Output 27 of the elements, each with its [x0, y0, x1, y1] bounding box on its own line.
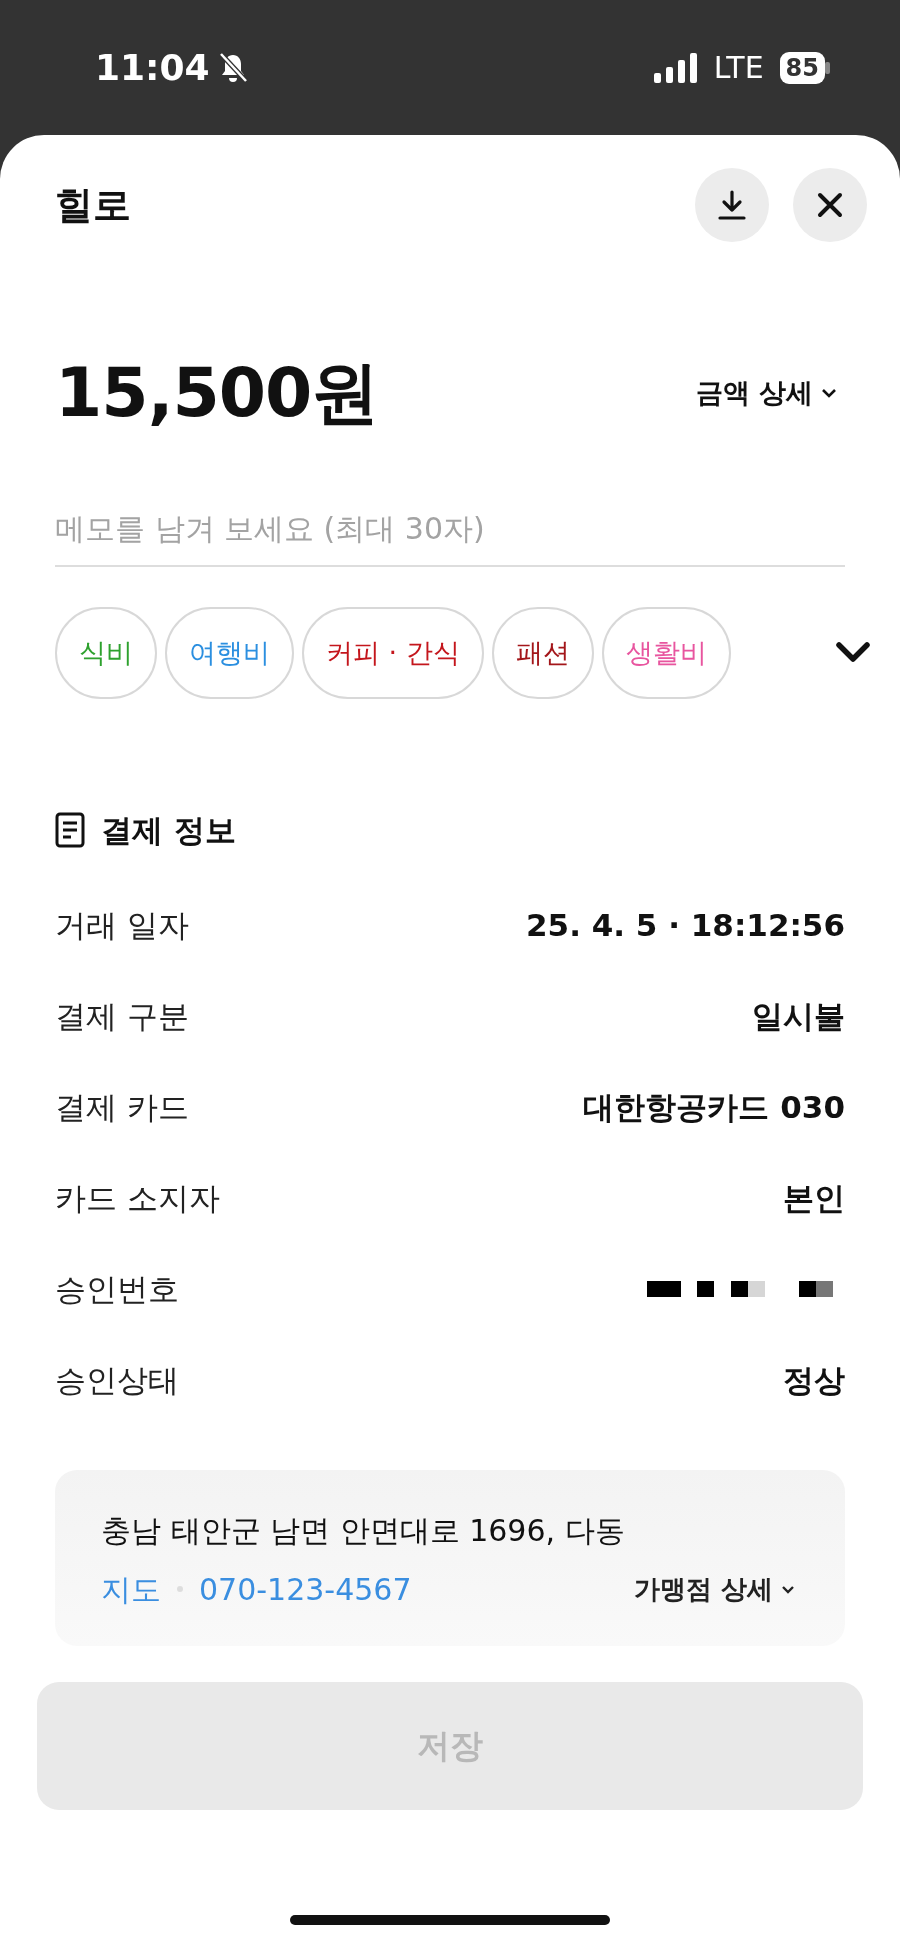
merchant-address: 충남 태안군 남면 안면대로 1696, 다동	[101, 1511, 626, 1550]
field-label: 거래 일자	[55, 905, 189, 945]
field-label: 결제 카드	[55, 1087, 189, 1127]
field-value: 대한항공카드 030	[583, 1087, 845, 1127]
amount-detail-link[interactable]: 금액 상세	[695, 372, 837, 414]
field-label: 카드 소지자	[55, 1178, 220, 1218]
category-chip[interactable]: 식비	[55, 607, 157, 699]
field-label: 결제 구분	[55, 996, 189, 1036]
phone-link[interactable]: 070-123-4567	[199, 1566, 412, 1612]
category-chip[interactable]: 커피 · 간식	[302, 607, 484, 699]
category-chip[interactable]: 여행비	[165, 607, 294, 699]
field-value: 일시불	[752, 996, 845, 1036]
field-label: 승인상태	[55, 1360, 179, 1400]
field-value: 정상	[783, 1360, 845, 1400]
merchant-detail-link[interactable]: 가맹점 상세	[633, 1569, 795, 1609]
merchant-title: 힐로	[55, 181, 131, 229]
network-label: LTE	[713, 49, 764, 87]
status-time: 11:04	[95, 45, 210, 90]
field-label: 승인번호	[55, 1269, 179, 1309]
field-value: 25. 4. 5 · 18:12:56	[526, 905, 845, 945]
section-title: 결제 정보	[101, 811, 236, 850]
field-value: 본인	[783, 1178, 845, 1218]
category-chip[interactable]: 생활비	[601, 607, 731, 699]
map-link[interactable]: 지도	[101, 1566, 161, 1612]
battery-level: 85	[779, 51, 825, 84]
category-chip[interactable]: 패션	[491, 607, 594, 699]
amount: 15,500원	[55, 352, 379, 434]
